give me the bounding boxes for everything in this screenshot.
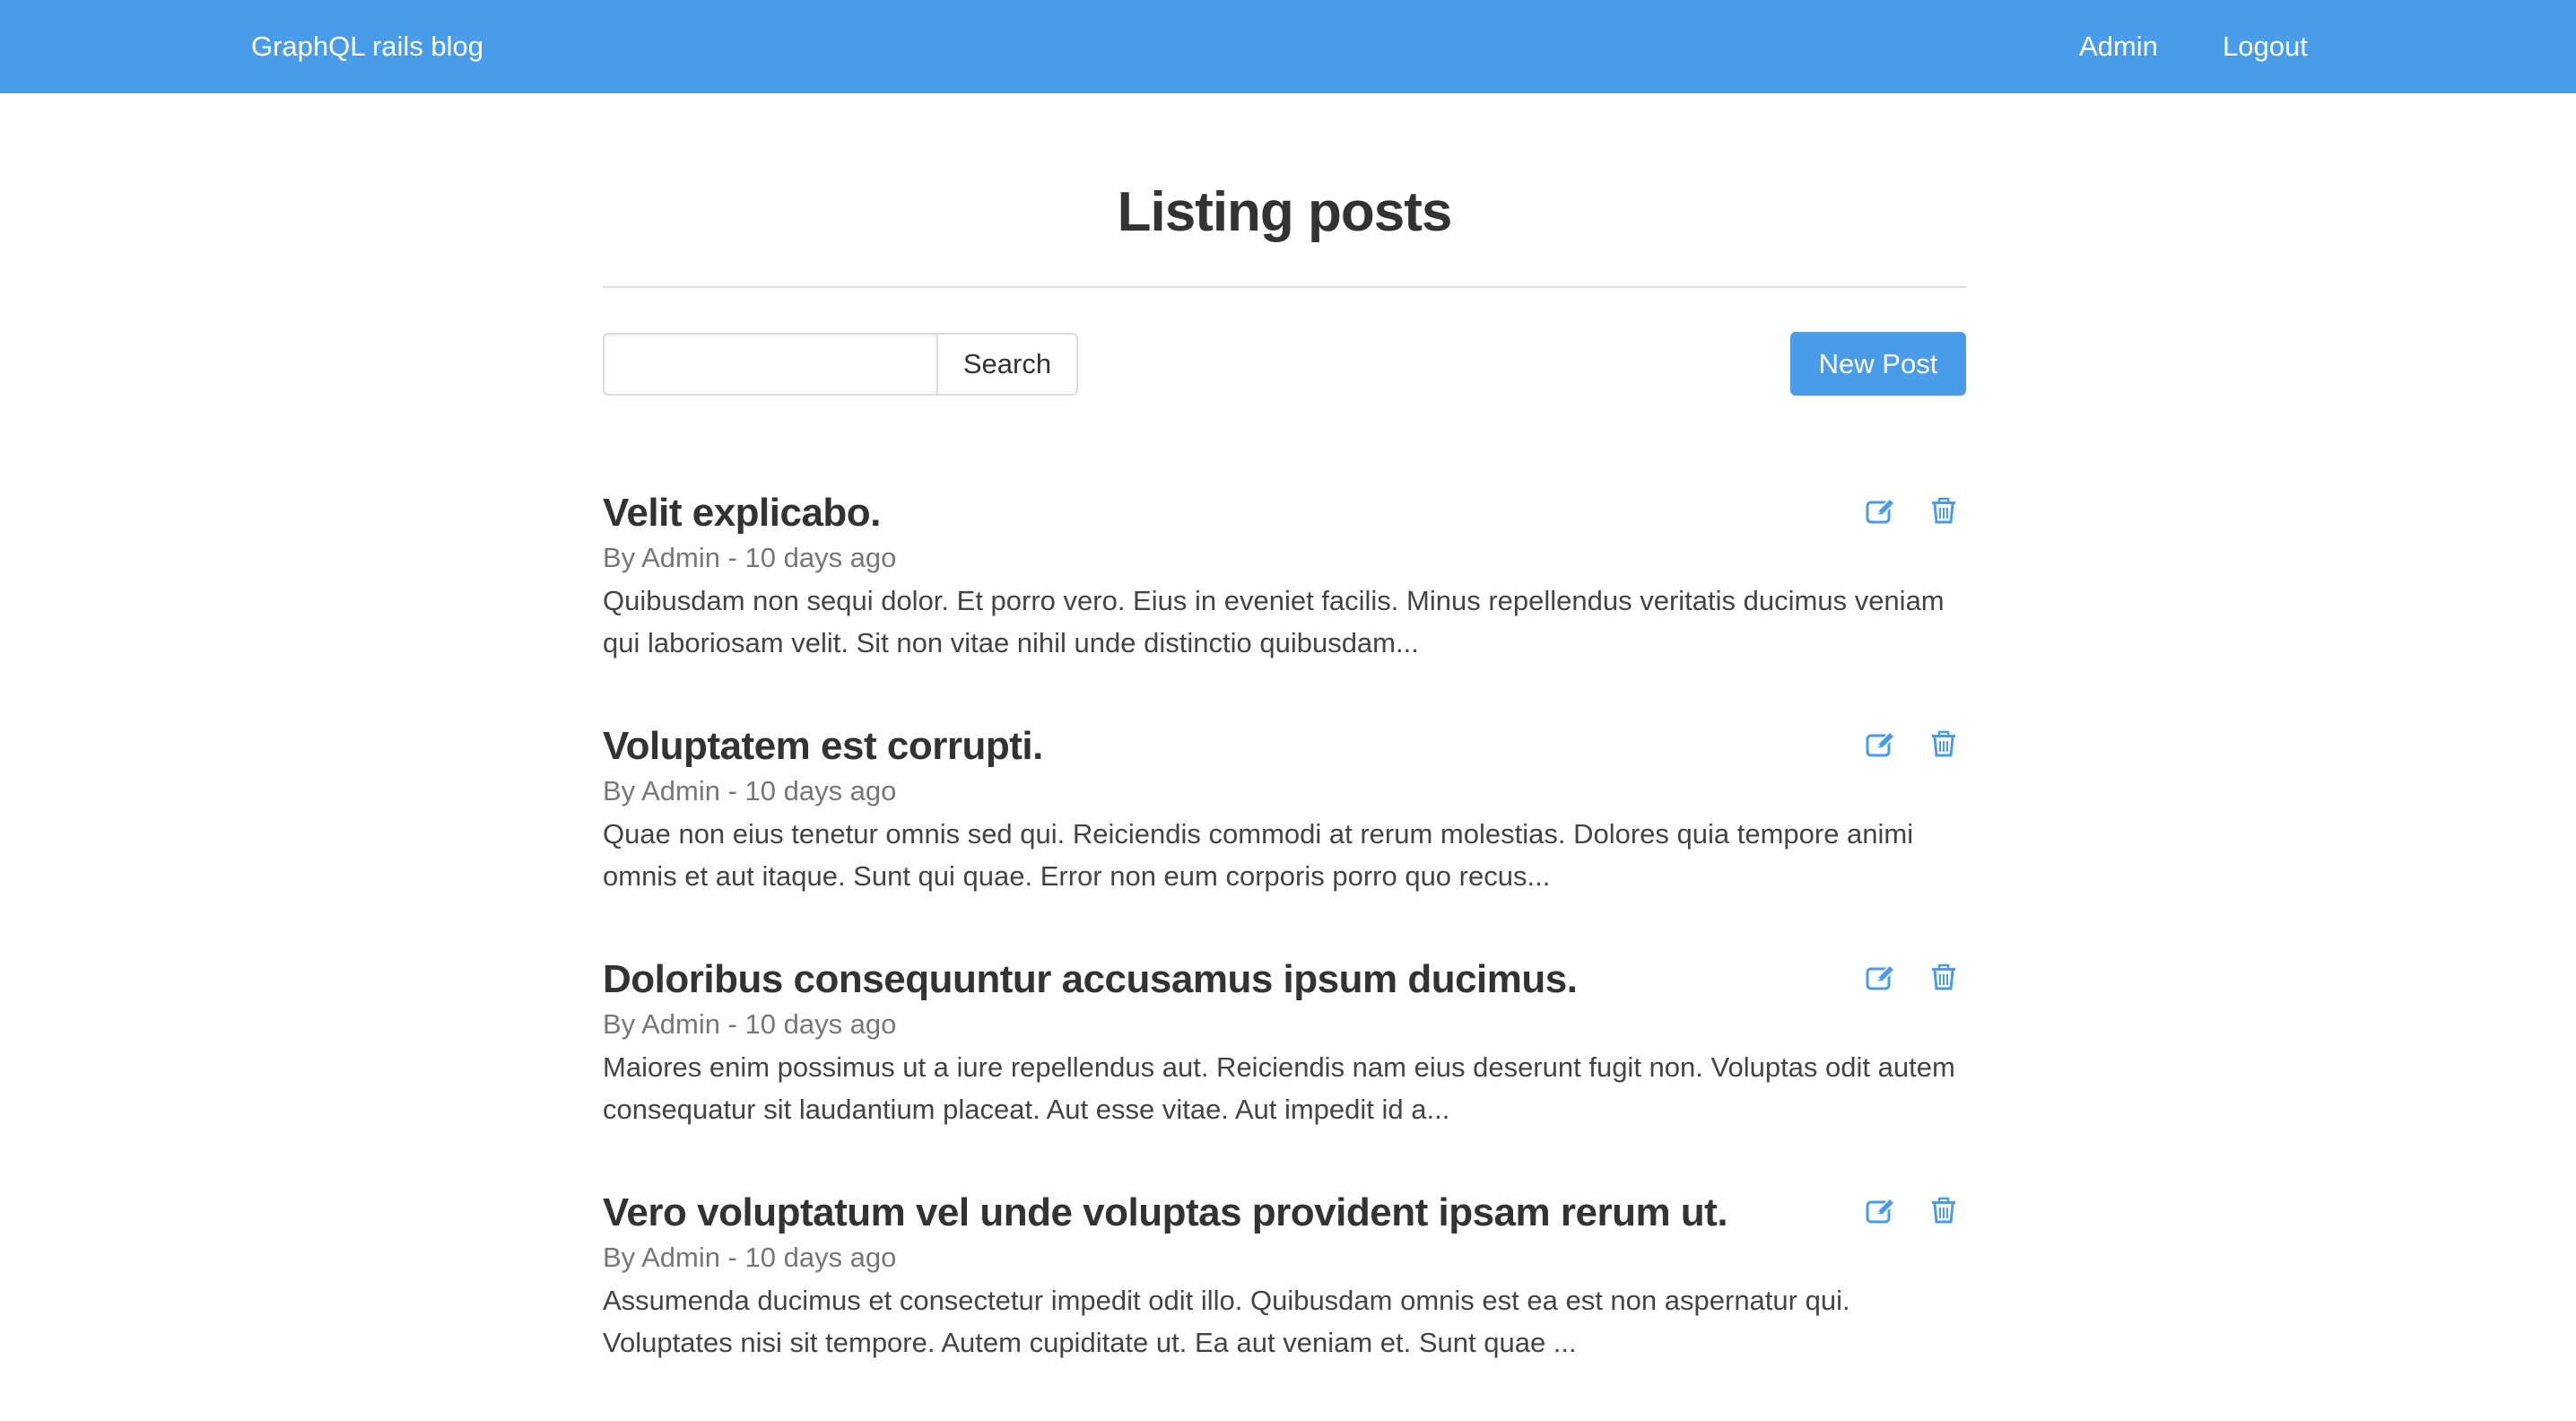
edit-post-button[interactable] [1866, 1195, 1896, 1225]
delete-post-button[interactable] [1928, 728, 1959, 759]
post-list: Velit explicabo. By Admin - 10 days ago … [603, 488, 1966, 1421]
nav-link-logout[interactable]: Logout [2223, 27, 2308, 66]
trash-icon [1932, 1197, 1955, 1224]
post-meta: By Admin - 10 days ago [603, 542, 897, 573]
post-title[interactable]: Voluptatem est corrupti. [603, 721, 1043, 772]
search-input[interactable] [603, 333, 937, 396]
post-actions [1866, 728, 1959, 759]
edit-icon [1866, 497, 1896, 524]
post-actions [1866, 495, 1959, 526]
edit-icon [1866, 963, 1896, 990]
post-meta: By Admin - 10 days ago [603, 775, 897, 806]
delete-post-button[interactable] [1928, 962, 1959, 992]
post-excerpt: Assumenda ducimus et consectetur impedit… [603, 1285, 1850, 1358]
top-navbar: GraphQL rails blog Admin Logout [0, 0, 2576, 93]
post-excerpt: Maiores enim possimus ut a iure repellen… [603, 1051, 1955, 1125]
brand-link[interactable]: GraphQL rails blog [251, 27, 483, 66]
post-item: Doloribus consequuntur accusamus ipsum d… [603, 955, 1966, 1188]
edit-post-button[interactable] [1866, 495, 1896, 526]
post-excerpt: Quae non eius tenetur omnis sed qui. Rei… [603, 818, 1914, 892]
nav-link-admin[interactable]: Admin [2079, 27, 2158, 66]
edit-post-button[interactable] [1866, 728, 1896, 759]
post-item: Velit explicabo. By Admin - 10 days ago … [603, 488, 1966, 721]
delete-post-button[interactable] [1928, 1195, 1959, 1225]
post-title[interactable]: Vero voluptatum vel unde voluptas provid… [603, 1188, 1728, 1238]
post-excerpt: Quibusdam non sequi dolor. Et porro vero… [603, 585, 1945, 658]
post-title[interactable]: Doloribus consequuntur accusamus ipsum d… [603, 955, 1578, 1005]
search-form: Search [603, 333, 1078, 396]
new-post-button[interactable]: New Post [1790, 332, 1966, 396]
trash-icon [1932, 497, 1955, 524]
post-actions [1866, 1195, 1959, 1225]
title-divider [603, 286, 1966, 288]
trash-icon [1932, 730, 1955, 757]
post-item: Vero voluptatum vel unde voluptas provid… [603, 1188, 1966, 1421]
search-button[interactable]: Search [937, 333, 1078, 396]
post-actions [1866, 962, 1959, 992]
edit-icon [1866, 1197, 1896, 1224]
edit-icon [1866, 730, 1896, 757]
edit-post-button[interactable] [1866, 962, 1896, 992]
post-meta: By Admin - 10 days ago [603, 1008, 897, 1040]
trash-icon [1932, 963, 1955, 990]
delete-post-button[interactable] [1928, 495, 1959, 526]
page-title: Listing posts [1117, 181, 1453, 243]
post-item: Voluptatem est corrupti. By Admin - 10 d… [603, 721, 1966, 955]
post-title[interactable]: Velit explicabo. [603, 488, 881, 538]
post-meta: By Admin - 10 days ago [603, 1242, 897, 1273]
